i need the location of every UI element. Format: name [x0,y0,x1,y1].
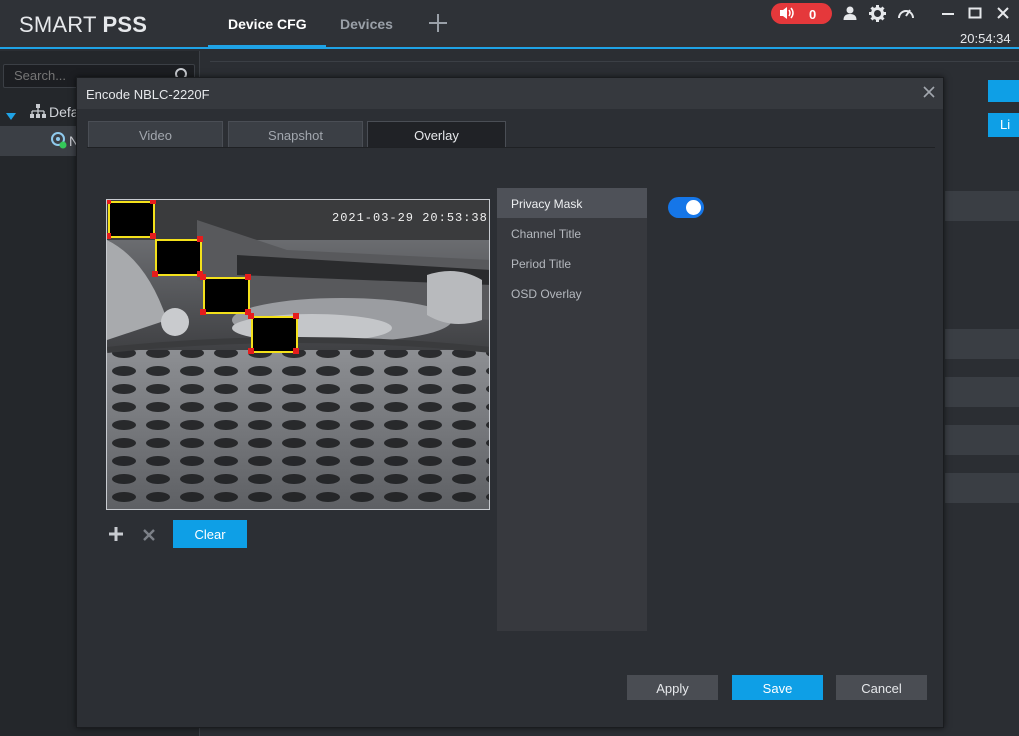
privacy-mask-toggle[interactable] [668,197,704,218]
camera-online-icon [51,132,67,155]
delete-mask-icon[interactable] [143,528,155,546]
expand-triangle-icon[interactable] [6,108,16,126]
encode-dialog: Encode NBLC-2220F Video Snapshot Overlay [76,77,944,728]
mask-resize-handle[interactable] [200,309,206,315]
cancel-button[interactable]: Cancel [836,675,927,700]
close-icon[interactable] [922,85,936,104]
video-preview[interactable]: 2021-03-29 20:53:38 [106,199,490,510]
tab-snapshot[interactable]: Snapshot [228,121,363,148]
mask-resize-handle[interactable] [107,200,111,204]
clear-button[interactable]: Clear [173,520,247,548]
mask-resize-handle[interactable] [293,313,299,319]
tab-overlay[interactable]: Overlay [367,121,506,148]
add-tab-icon[interactable] [428,11,448,37]
mask-resize-handle[interactable] [107,233,111,239]
active-tab-indicator [208,45,326,49]
privacy-mask-region[interactable] [108,201,155,238]
mask-resize-handle[interactable] [248,313,254,319]
tab-device-cfg[interactable]: Device CFG [228,16,307,32]
mask-resize-handle[interactable] [200,274,206,280]
menu-item-period-title[interactable]: Period Title [497,248,647,278]
menu-item-privacy-mask[interactable]: Privacy Mask [497,188,647,218]
background-button[interactable] [988,80,1019,102]
org-tree-icon [30,104,46,123]
background-row [945,377,1019,407]
tab-devices[interactable]: Devices [340,16,393,32]
background-button-2[interactable]: Li [988,113,1019,137]
performance-gauge-icon[interactable] [897,5,915,26]
background-row [945,329,1019,359]
close-app-icon[interactable] [996,6,1010,25]
minimize-icon[interactable] [941,6,955,25]
user-icon[interactable] [842,5,858,26]
app-logo: SMART PSS [19,12,148,37]
mask-resize-handle[interactable] [150,233,156,239]
maximize-icon[interactable] [968,6,982,25]
alarm-button[interactable]: 0 [771,3,832,24]
privacy-mask-region[interactable] [203,277,250,314]
settings-gear-icon[interactable] [869,5,886,27]
mask-resize-handle[interactable] [248,348,254,354]
background-row [945,425,1019,455]
overlay-type-menu: Privacy Mask Channel Title Period Title … [497,188,647,631]
background-row [945,473,1019,503]
apply-button[interactable]: Apply [627,675,718,700]
add-mask-icon[interactable] [108,526,124,547]
tree-group-label: Defa [49,104,79,120]
dialog-header: Encode NBLC-2220F [77,78,943,109]
tab-video[interactable]: Video [88,121,223,148]
mask-resize-handle[interactable] [152,271,158,277]
mask-resize-handle[interactable] [245,274,251,280]
speaker-icon [779,6,795,25]
privacy-mask-region[interactable] [155,239,202,276]
dialog-title: Encode NBLC-2220F [86,87,210,102]
tab-divider [87,147,935,148]
clock: 20:54:34 [960,31,1011,46]
title-bar: SMART PSS Device CFG Devices 0 20:54:34 [0,0,1019,49]
toggle-knob [686,200,701,215]
mask-resize-handle[interactable] [197,236,203,242]
privacy-mask-region[interactable] [251,316,298,353]
menu-item-channel-title[interactable]: Channel Title [497,218,647,248]
background-row [945,191,1019,221]
mask-resize-handle[interactable] [293,348,299,354]
preview-timestamp: 2021-03-29 20:53:38 [332,211,488,225]
mask-resize-handle[interactable] [150,200,156,204]
menu-item-osd-overlay[interactable]: OSD Overlay [497,278,647,308]
alarm-count: 0 [809,7,817,22]
save-button[interactable]: Save [732,675,823,700]
